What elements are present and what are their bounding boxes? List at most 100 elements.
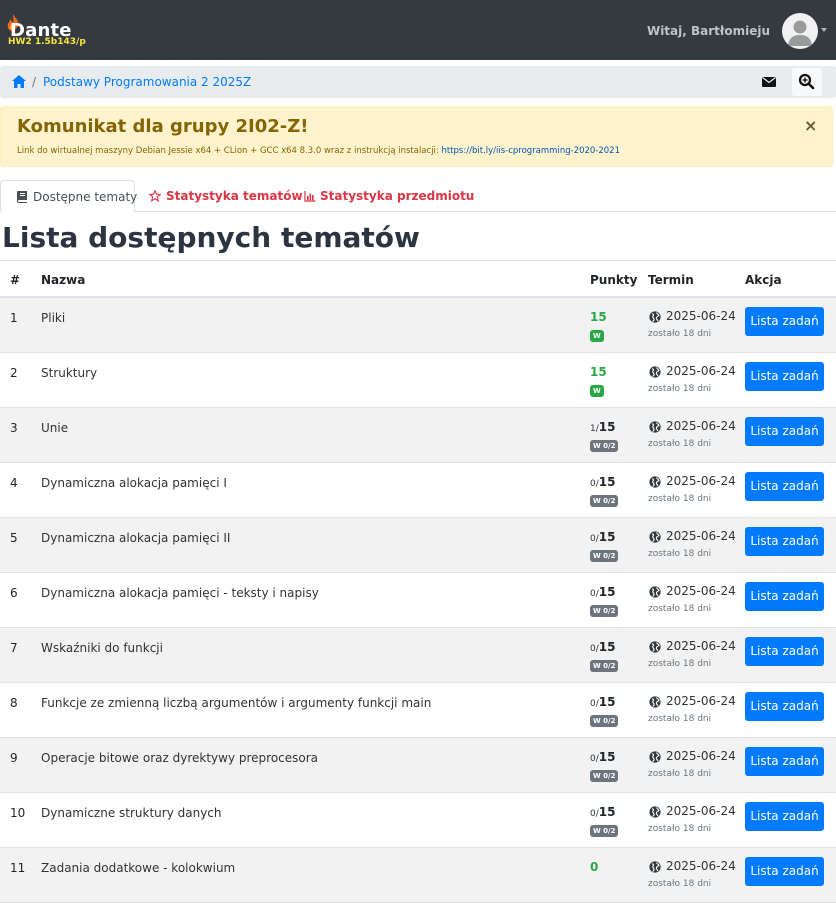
globe-icon — [649, 861, 661, 873]
topic-name: Wskaźniki do funkcji — [41, 641, 163, 655]
task-list-button[interactable]: Lista zadań — [745, 472, 824, 501]
status-badge: W 0/2 — [590, 550, 619, 562]
tab-available-topics[interactable]: Dostępne tematy — [0, 180, 138, 213]
task-list-button[interactable]: Lista zadań — [745, 582, 824, 611]
alert-message: Link do wirtualnej maszyny Debian Jessie… — [17, 146, 442, 156]
chevron-down-icon[interactable] — [821, 28, 827, 32]
task-list-button[interactable]: Lista zadań — [745, 637, 824, 666]
row-number: 5 — [10, 531, 18, 545]
points: 0/15 — [590, 750, 615, 764]
deadline-date: 2025-06-24 — [666, 749, 736, 763]
col-header-action: Akcja — [745, 273, 782, 287]
tab-label: Statystyka tematów — [166, 189, 303, 203]
points-earned: 15 — [590, 365, 607, 379]
alert-text: Link do wirtualnej maszyny Debian Jessie… — [17, 146, 620, 156]
deadline-date: 2025-06-24 — [666, 694, 736, 708]
table-header: # Nazwa Punkty Termin Akcja — [0, 260, 836, 298]
navbar: Dante HW2 1.5b143/p Witaj, Bartłomieju — [0, 0, 836, 60]
days-left: zostało 18 dni — [648, 329, 712, 339]
home-icon[interactable] — [12, 75, 26, 88]
table-row: 1 Pliki 15 W 2025-06-24 zostało 18 dni Lista z… — [0, 298, 836, 353]
points-max: 15 — [598, 750, 616, 764]
messages-button[interactable] — [752, 68, 786, 96]
row-number: 3 — [10, 421, 18, 435]
topic-name: Dynamiczna alokacja pamięci I — [41, 476, 227, 490]
globe-icon — [649, 696, 661, 708]
close-icon[interactable]: × — [804, 118, 817, 134]
points-earned: 0/ — [590, 589, 599, 599]
points-earned: 0/ — [590, 479, 599, 489]
task-list-button[interactable]: Lista zadań — [745, 857, 824, 886]
task-list-button[interactable]: Lista zadań — [745, 417, 824, 446]
deadline-date: 2025-06-24 — [666, 309, 736, 323]
alert-link[interactable]: https://bit.ly/iis-cprogramming-2020-202… — [441, 146, 620, 156]
tabs-nav: Dostępne tematy Statystyka tematów Staty… — [0, 180, 836, 213]
table-row: 10 Dynamiczne struktury danych 0/15 W 0/2 20… — [0, 793, 836, 848]
task-list-button[interactable]: Lista zadań — [745, 362, 824, 391]
globe-icon — [649, 476, 661, 488]
days-left: zostało 18 dni — [648, 824, 712, 834]
user-greeting[interactable]: Witaj, Bartłomieju — [647, 24, 770, 38]
topic-name: Dynamiczna alokacja pamięci II — [41, 531, 231, 545]
status-badge: W 0/2 — [590, 495, 619, 507]
status-badge: W 0/2 — [590, 825, 619, 837]
days-left: zostało 18 dni — [648, 769, 712, 779]
table-row: 11 Zadania dodatkowe - kolokwium 0 2025-06-… — [0, 848, 836, 903]
table-row: 7 Wskaźniki do funkcji 0/15 W 0/2 2025-06-24… — [0, 628, 836, 683]
globe-icon — [649, 311, 661, 323]
brand-version: HW2 1.5b143/p — [8, 37, 86, 47]
breadcrumb-separator: / — [32, 75, 37, 89]
points: 0/15 — [590, 695, 615, 709]
page-title: Lista dostępnych tematów — [2, 221, 420, 254]
topic-name: Unie — [41, 421, 69, 435]
col-header-num: # — [10, 273, 21, 287]
topic-name: Dynamiczna alokacja pamięci - teksty i n… — [41, 586, 319, 600]
points-earned: 0/ — [590, 534, 599, 544]
search-button[interactable] — [792, 68, 822, 96]
row-number: 4 — [10, 476, 18, 490]
points: 1/15 — [590, 420, 615, 434]
days-left: zostało 18 dni — [648, 879, 712, 889]
table-row: 2 Struktury 15 W 2025-06-24 zostało 18 dni Lis… — [0, 353, 836, 408]
task-list-button[interactable]: Lista zadań — [745, 527, 824, 556]
breadcrumb-course-link[interactable]: Podstawy Programowania 2 2025Z — [43, 75, 251, 89]
globe-icon — [649, 806, 661, 818]
deadline-date: 2025-06-24 — [666, 529, 736, 543]
globe-icon — [649, 641, 661, 653]
days-left: zostało 18 dni — [648, 439, 712, 449]
points-max: 15 — [598, 640, 616, 654]
col-header-name: Nazwa — [41, 273, 86, 287]
breadcrumb: / Podstawy Programowania 2 2025Z — [0, 66, 836, 98]
table-row: 3 Unie 1/15 W 0/2 2025-06-24 zostało 18 dni Li… — [0, 408, 836, 463]
status-badge: W 0/2 — [590, 660, 619, 672]
task-list-button[interactable]: Lista zadań — [745, 802, 824, 831]
book-icon — [17, 191, 27, 203]
row-number: 10 — [10, 806, 26, 820]
tab-label: Dostępne tematy — [33, 190, 138, 204]
row-number: 6 — [10, 586, 18, 600]
topic-name: Operacje bitowe oraz dyrektywy preproces… — [41, 751, 319, 765]
days-left: zostało 18 dni — [648, 604, 712, 614]
table-row: 9 Operacje bitowe oraz dyrektywy preproce… — [0, 738, 836, 793]
status-badge: W 0/2 — [590, 715, 619, 727]
task-list-button[interactable]: Lista zadań — [745, 747, 824, 776]
deadline-date: 2025-06-24 — [666, 474, 736, 488]
days-left: zostało 18 dni — [648, 494, 712, 504]
brand-logo[interactable]: Dante HW2 1.5b143/p — [6, 12, 86, 52]
status-badge: W 0/2 — [590, 440, 619, 452]
status-badge: W — [590, 330, 604, 342]
topic-name: Zadania dodatkowe - kolokwium — [41, 861, 236, 875]
points-earned: 1/ — [590, 424, 599, 434]
globe-icon — [649, 366, 661, 378]
group-announcement-alert: Komunikat dla grupy 2I02-Z! Link do wirt… — [0, 106, 833, 167]
user-avatar-icon[interactable] — [782, 13, 818, 49]
row-number: 11 — [10, 861, 26, 875]
points: 0/15 — [590, 585, 615, 599]
globe-icon — [649, 531, 661, 543]
points: 15 — [590, 365, 607, 379]
row-number: 8 — [10, 696, 18, 710]
alert-title: Komunikat dla grupy 2I02-Z! — [17, 116, 309, 137]
task-list-button[interactable]: Lista zadań — [745, 307, 824, 336]
task-list-button[interactable]: Lista zadań — [745, 692, 824, 721]
table-row: 6 Dynamiczna alokacja pamięci - teksty i … — [0, 573, 836, 628]
